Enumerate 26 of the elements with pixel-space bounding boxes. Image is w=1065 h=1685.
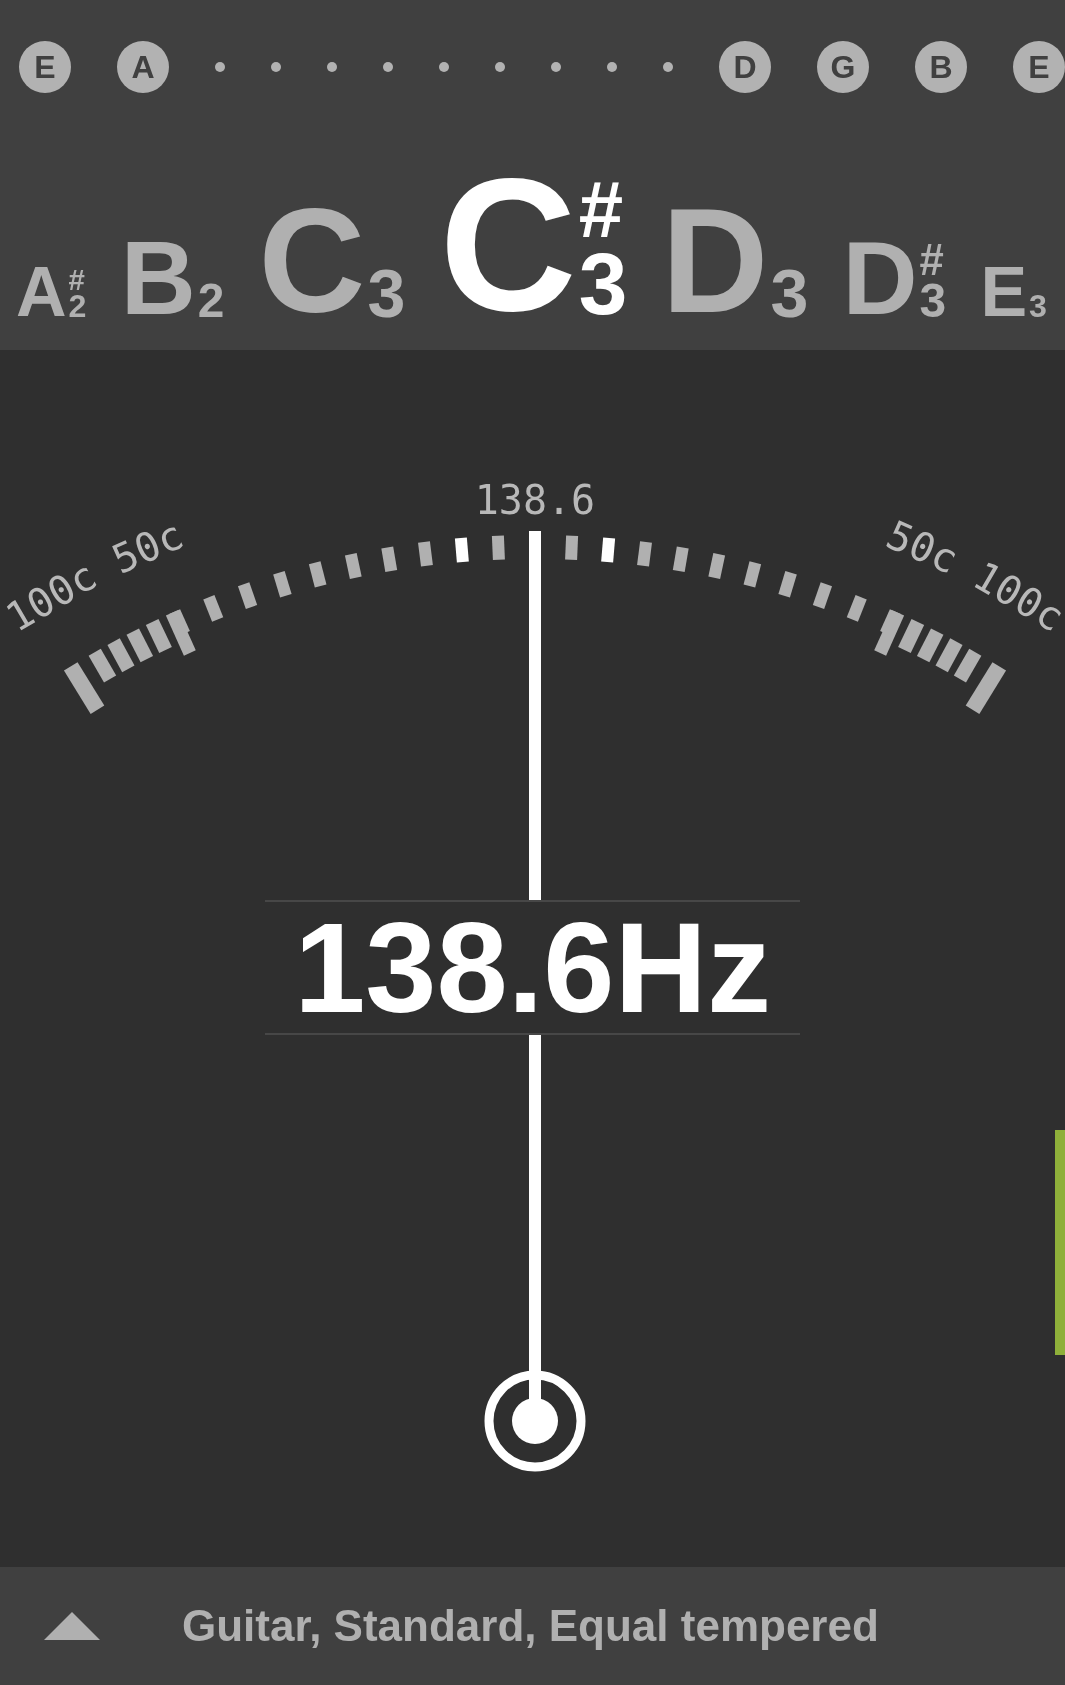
string-dot: [495, 62, 505, 72]
cents-label: 50c: [879, 511, 965, 583]
string-dot: [271, 62, 281, 72]
note-name: B2: [120, 236, 225, 320]
string-badge[interactable]: E: [19, 41, 71, 93]
cents-label: 100c: [0, 552, 105, 641]
string-dot: [607, 62, 617, 72]
cents-label: 100c: [965, 552, 1065, 641]
expand-up-icon[interactable]: [44, 1612, 100, 1640]
string-dot: [327, 62, 337, 72]
string-dot: [663, 62, 673, 72]
string-badge[interactable]: B: [915, 41, 967, 93]
string-dot: [439, 62, 449, 72]
reference-frequency: 138.6: [474, 477, 596, 523]
string-badge[interactable]: G: [817, 41, 869, 93]
note-name: D3: [661, 201, 809, 320]
frequency-reading: 138.6Hz: [294, 903, 771, 1032]
string-badge[interactable]: D: [719, 41, 771, 93]
note-name: E3: [980, 264, 1047, 320]
string-dot: [383, 62, 393, 72]
note-name: C3: [258, 201, 406, 320]
string-dot: [551, 62, 561, 72]
string-dot: [215, 62, 225, 72]
cents-label: 50c: [105, 511, 191, 583]
string-badge[interactable]: A: [117, 41, 169, 93]
string-badge[interactable]: E: [1013, 41, 1065, 93]
